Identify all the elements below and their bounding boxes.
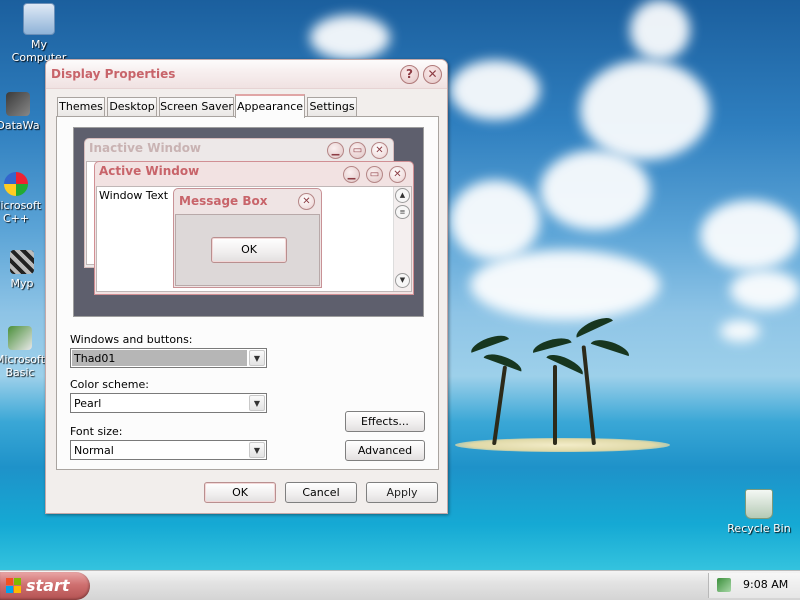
desktop-icon-label: Microsoft C++ [0, 199, 42, 225]
desktop-icon-datawa[interactable]: DataWa [0, 92, 48, 132]
color-scheme-value: Pearl [74, 397, 102, 410]
cancel-button[interactable]: Cancel [285, 482, 357, 503]
dialog-title: Display Properties [51, 67, 176, 81]
cloud [540, 150, 650, 230]
windows-logo-icon [6, 578, 22, 594]
desktop-icon-my-computer[interactable]: My Computer [3, 3, 75, 64]
cloud [700, 200, 800, 270]
tab-desktop[interactable]: Desktop [107, 97, 157, 117]
windows-and-buttons-label: Windows and buttons: [70, 333, 193, 346]
desktop-icon-visual-cpp[interactable]: Microsoft C++ [0, 172, 46, 225]
font-size-label: Font size: [70, 425, 123, 438]
cloud [450, 180, 540, 260]
appearance-preview: Inactive Window ▁ ▭ ✕ Active Window ▁ ▭ … [73, 127, 424, 317]
color-scheme-label: Color scheme: [70, 378, 149, 391]
windows-and-buttons-select[interactable]: Thad01 ▼ [70, 348, 267, 368]
cloud [310, 15, 390, 60]
advanced-button[interactable]: Advanced [345, 440, 425, 461]
cloud [720, 320, 760, 342]
chevron-down-icon[interactable]: ▼ [249, 350, 265, 366]
palm-tree [553, 365, 557, 445]
cloud [580, 60, 710, 160]
start-button[interactable]: start [0, 572, 90, 600]
cloud [470, 250, 660, 320]
message-box-title: Message Box [179, 194, 268, 208]
close-icon: ✕ [298, 193, 315, 210]
desktop-icon-label: DataWa [0, 119, 40, 132]
maximize-icon: ▭ [366, 166, 383, 183]
preview-scrollbar: ▲ ≡ ▼ [393, 187, 411, 291]
appearance-tab-panel: Inactive Window ▁ ▭ ✕ Active Window ▁ ▭ … [56, 116, 439, 470]
palm-leaf [468, 331, 509, 353]
help-button[interactable]: ? [400, 65, 419, 84]
recycle-bin-icon [745, 489, 773, 519]
desktop-icon-label: Recycle Bin [727, 522, 791, 535]
minimize-icon: ▁ [343, 166, 360, 183]
chevron-down-icon[interactable]: ▼ [249, 442, 265, 458]
palm-leaf [530, 334, 572, 353]
active-window-title: Active Window [99, 164, 200, 178]
dialog-titlebar[interactable]: Display Properties ? ✕ [46, 60, 447, 89]
tab-settings[interactable]: Settings [307, 97, 357, 117]
network-icon[interactable] [717, 578, 731, 592]
message-box-ok-button: OK [211, 237, 287, 263]
palm-tree [581, 345, 596, 446]
scroll-thumb-icon: ≡ [395, 205, 410, 219]
scroll-down-icon: ▼ [395, 273, 410, 288]
cloud [450, 60, 540, 120]
close-button[interactable]: ✕ [423, 65, 442, 84]
display-properties-dialog: Display Properties ? ✕ Themes Desktop Sc… [45, 59, 448, 514]
font-size-select[interactable]: Normal ▼ [70, 440, 267, 460]
window-text-sample: Window Text [99, 189, 169, 202]
effects-button[interactable]: Effects... [345, 411, 425, 432]
close-icon: ✕ [371, 142, 388, 159]
palm-leaf [590, 336, 632, 357]
inactive-window-title: Inactive Window [89, 141, 202, 155]
cloud [630, 0, 690, 60]
shortcut-icon [10, 250, 34, 274]
taskbar: start 9:08 AM [0, 570, 800, 600]
preview-message-box: Message Box ✕ OK [173, 188, 322, 288]
apply-button[interactable]: Apply [366, 482, 438, 503]
system-tray: 9:08 AM [708, 573, 800, 598]
message-box-body: OK [175, 214, 320, 286]
maximize-icon: ▭ [349, 142, 366, 159]
start-label: start [26, 576, 70, 595]
my-computer-icon [23, 3, 55, 35]
island-sandbar [455, 438, 670, 452]
font-size-value: Normal [74, 444, 114, 457]
palm-tree [492, 365, 508, 446]
windows-and-buttons-value: Thad01 [74, 352, 116, 365]
visual-cpp-icon [4, 172, 28, 196]
minimize-icon: ▁ [327, 142, 344, 159]
tab-appearance[interactable]: Appearance [235, 94, 305, 118]
desktop-icon-label: Myp [10, 277, 34, 290]
color-scheme-select[interactable]: Pearl ▼ [70, 393, 267, 413]
visual-basic-icon [8, 326, 32, 350]
shortcut-icon [6, 92, 30, 116]
chevron-down-icon[interactable]: ▼ [249, 395, 265, 411]
cloud [730, 270, 800, 310]
ok-button[interactable]: OK [204, 482, 276, 503]
close-icon: ✕ [389, 166, 406, 183]
clock[interactable]: 9:08 AM [743, 578, 788, 591]
scroll-up-icon: ▲ [395, 188, 410, 203]
desktop-icon-visual-basic[interactable]: Microsoft Basic [0, 326, 50, 379]
desktop-icon-label: Microsoft Basic [0, 353, 46, 379]
tab-themes[interactable]: Themes [57, 97, 105, 117]
desktop-icon-recycle-bin[interactable]: Recycle Bin [723, 489, 795, 535]
tab-screen-saver[interactable]: Screen Saver [159, 97, 234, 117]
